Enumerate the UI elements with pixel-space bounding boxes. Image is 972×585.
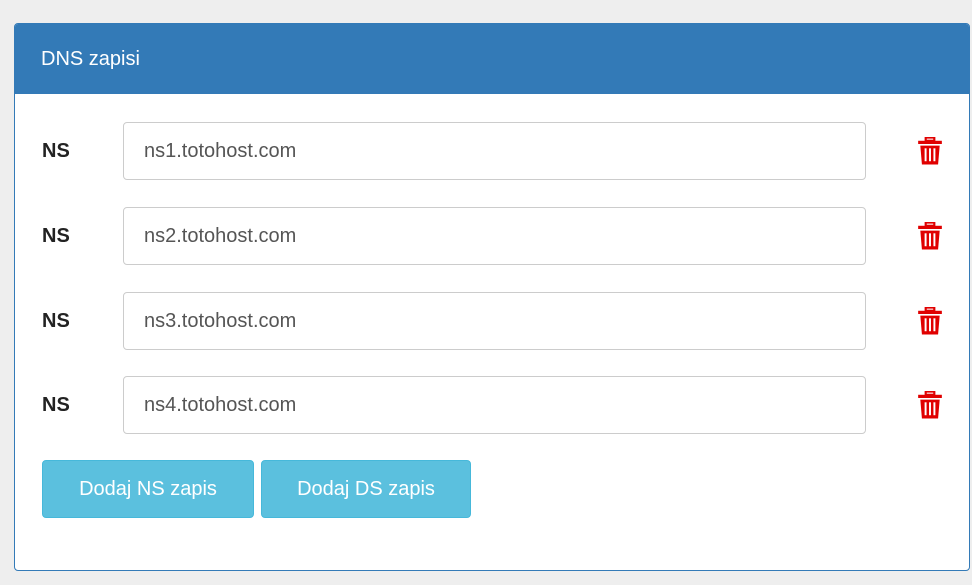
dns-record-row: NS: [15, 292, 969, 350]
trash-icon[interactable]: [917, 137, 943, 165]
record-type-label: NS: [42, 140, 70, 162]
add-ns-record-button[interactable]: Dodaj NS zapis: [42, 460, 254, 518]
dns-record-row: NS: [15, 376, 969, 434]
record-type-label: NS: [42, 310, 70, 332]
dns-record-row: NS: [15, 122, 969, 180]
trash-icon[interactable]: [917, 391, 943, 419]
nameserver-input-1[interactable]: [123, 122, 866, 180]
trash-icon[interactable]: [917, 222, 943, 250]
trash-icon[interactable]: [917, 307, 943, 335]
record-type-label: NS: [42, 225, 70, 247]
nameserver-input-4[interactable]: [123, 376, 866, 434]
dns-record-row: NS: [15, 207, 969, 265]
record-type-label: NS: [42, 394, 70, 416]
add-ds-record-button[interactable]: Dodaj DS zapis: [261, 460, 471, 518]
nameserver-input-3[interactable]: [123, 292, 866, 350]
dns-records-panel: DNS zapisi NS NS NS: [14, 23, 970, 571]
nameserver-input-2[interactable]: [123, 207, 866, 265]
panel-title: DNS zapisi: [15, 24, 969, 94]
